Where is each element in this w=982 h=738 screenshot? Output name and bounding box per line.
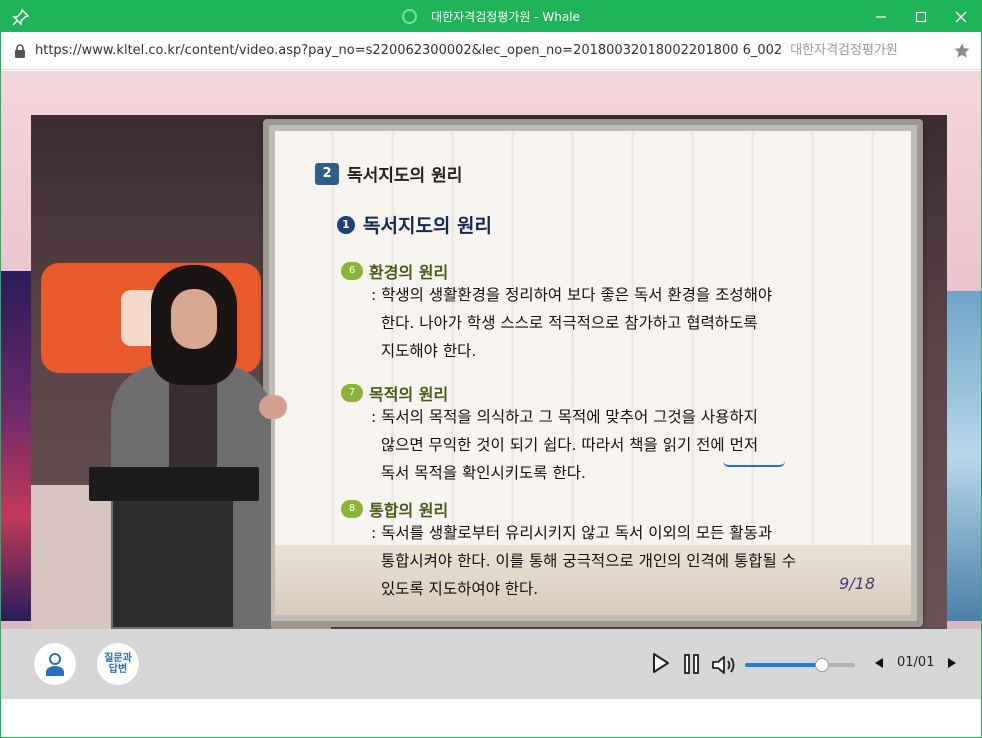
pause-icon	[684, 654, 699, 674]
window-title: 대한자격검정평가원 - Whale	[431, 10, 580, 24]
slide-page-number: 9/18	[839, 574, 875, 593]
page-bottom	[1, 699, 981, 737]
prev-page-icon[interactable]	[873, 656, 885, 670]
podium	[89, 467, 259, 627]
volume-knob[interactable]	[815, 658, 829, 672]
play-button[interactable]	[651, 651, 671, 679]
principle-text-7: : 독서의 목적을 의식하고 그 목적에 맞추어 그것을 사용하지 않으면 무익…	[371, 408, 759, 482]
section-number: 2	[315, 162, 339, 185]
url-text: https://www.kltel.co.kr/content/video.as…	[35, 43, 783, 58]
site-name: 대한자격검정평가원	[790, 43, 898, 58]
next-page-icon[interactable]	[946, 656, 958, 670]
left-decoration	[1, 271, 31, 621]
section-heading: 2 독서지도의 원리	[315, 161, 462, 186]
sub-heading: 1 독서지도의 원리	[337, 211, 492, 238]
principle-heading-8: 8 통합의 원리	[341, 497, 448, 521]
volume-button[interactable]	[711, 654, 737, 680]
page-indicator: 01/01	[897, 655, 935, 670]
qa-label: 질문과 답변	[104, 653, 132, 675]
title-bar: 대한자격검정평가원 - Whale	[1, 1, 981, 32]
whale-logo-icon	[402, 9, 418, 24]
minimize-button[interactable]	[861, 1, 901, 32]
volume-slider[interactable]	[745, 658, 855, 672]
video-stage: 2 독서지도의 원리 1 독서지도의 원리 6 환경의 원리 : 학생의 생활환…	[1, 71, 981, 629]
slide-board: 2 독서지도의 원리 1 독서지도의 원리 6 환경의 원리 : 학생의 생활환…	[263, 119, 923, 627]
speaker-icon	[712, 656, 735, 674]
pause-button[interactable]	[683, 653, 701, 679]
principle-heading-7: 7 목적의 원리	[341, 381, 448, 405]
play-icon	[653, 653, 669, 673]
handwritten-underline	[723, 461, 785, 467]
bookmark-star-icon[interactable]	[953, 42, 971, 60]
address-bar: https://www.kltel.co.kr/content/video.as…	[1, 32, 981, 70]
volume-fill	[745, 663, 822, 667]
principle-heading-6: 6 환경의 원리	[341, 259, 448, 283]
qa-button[interactable]: 질문과 답변	[97, 643, 139, 685]
browser-window: 대한자격검정평가원 - Whale https://www.kltel.co.k…	[0, 0, 982, 738]
lecture-video[interactable]: 2 독서지도의 원리 1 독서지도의 원리 6 환경의 원리 : 학생의 생활환…	[31, 115, 947, 629]
principle-text-6: : 학생의 생활환경을 정리하여 보다 좋은 독서 환경을 조성해야 한다. 나…	[371, 286, 773, 360]
sub-title: 독서지도의 원리	[363, 215, 492, 237]
lock-icon[interactable]	[13, 43, 27, 59]
instructor-button[interactable]	[34, 643, 76, 685]
url-field[interactable]: https://www.kltel.co.kr/content/video.as…	[35, 32, 898, 70]
sub-number: 1	[337, 215, 355, 234]
page-navigator: 01/01	[873, 655, 958, 670]
right-decoration	[947, 291, 981, 621]
section-title: 독서지도의 원리	[347, 166, 463, 186]
principle-text-8: : 독서를 생활로부터 유리시키지 않고 독서 이외의 모든 활동과 통합시켜야…	[371, 524, 796, 598]
maximize-button[interactable]	[901, 1, 941, 32]
player-control-bar: 질문과 답변 01/01	[1, 629, 981, 699]
close-button[interactable]	[941, 1, 981, 32]
person-icon	[46, 653, 64, 676]
